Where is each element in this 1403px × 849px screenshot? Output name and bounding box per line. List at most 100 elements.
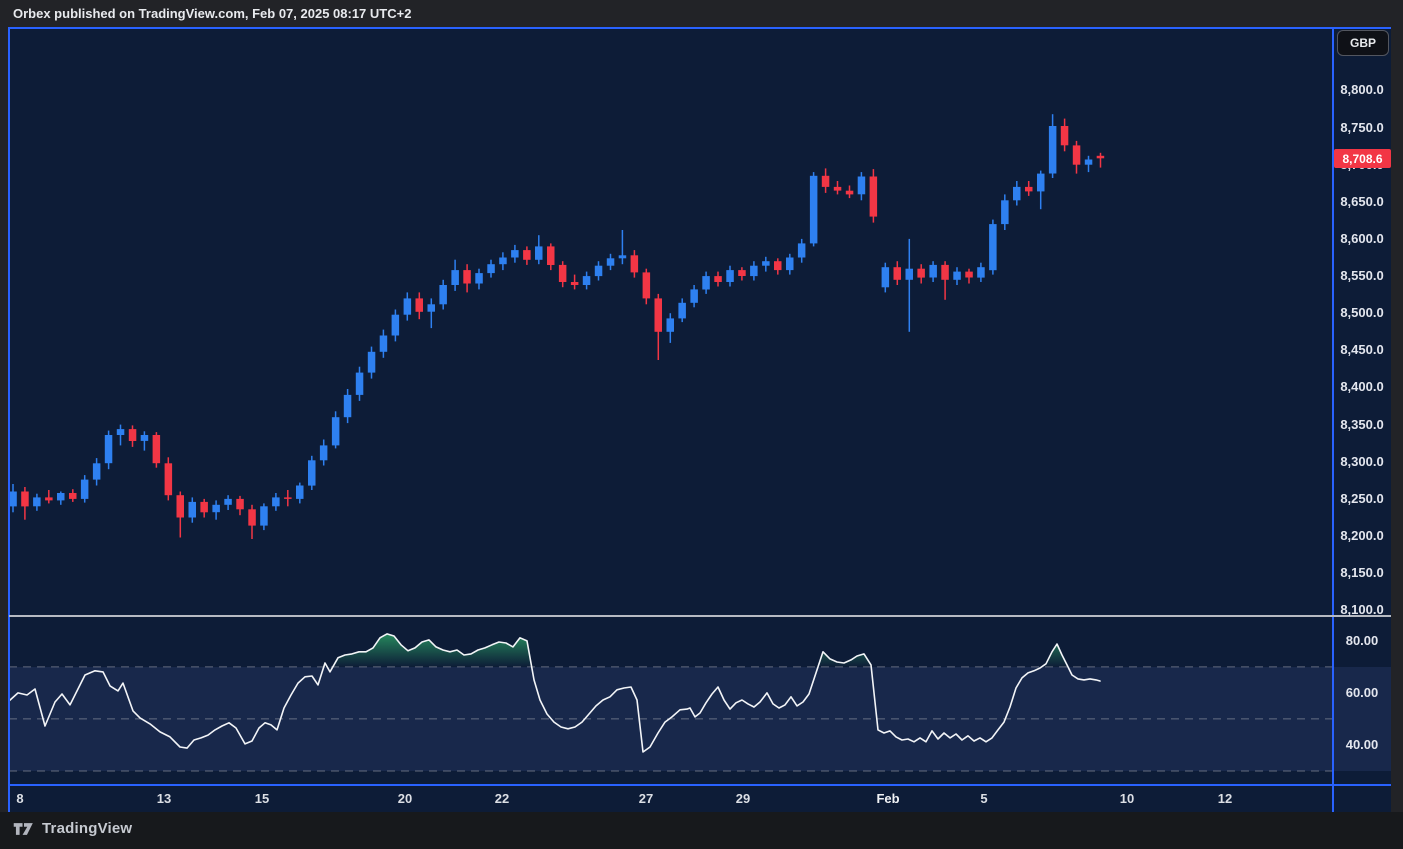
- time-tick-label: 10: [1119, 791, 1135, 806]
- candle-body: [857, 176, 866, 195]
- price-tick-label: 8,450.0: [1340, 342, 1384, 358]
- candle-body: [618, 255, 627, 259]
- candle-body: [558, 264, 567, 282]
- candle-body: [188, 501, 196, 518]
- candle-body: [523, 250, 531, 260]
- candle-body: [666, 318, 674, 332]
- candle-body: [57, 493, 65, 501]
- candle-body: [403, 298, 412, 315]
- brand-bar: TradingView: [0, 812, 1403, 849]
- time-tick-label: Feb: [876, 791, 900, 806]
- candle-body: [833, 186, 842, 191]
- candle-body: [1096, 155, 1105, 159]
- candle-body: [1084, 159, 1093, 165]
- time-tick-label: 22: [494, 791, 510, 806]
- candle-body: [678, 302, 686, 319]
- candle-body: [965, 271, 973, 278]
- candle-body: [809, 175, 818, 244]
- currency-badge[interactable]: GBP: [1337, 30, 1389, 56]
- candle-body: [750, 265, 758, 277]
- candle-body: [547, 246, 555, 265]
- candle-body: [821, 175, 830, 187]
- candle-body: [21, 491, 29, 507]
- candle-body: [893, 267, 901, 280]
- candle-body: [355, 372, 364, 395]
- price-tick-label: 8,750.0: [1340, 119, 1384, 135]
- price-tick-label: 8,300.0: [1340, 453, 1384, 469]
- candle-body: [200, 501, 208, 513]
- candle-body: [427, 304, 435, 312]
- candle-body: [104, 435, 113, 464]
- chart-frame-top-line: [9, 27, 1391, 29]
- candle-body: [953, 271, 961, 280]
- candle-body: [116, 429, 125, 435]
- candle-body: [642, 272, 651, 299]
- price-tick-label: 8,550.0: [1340, 268, 1384, 284]
- candle-body: [1037, 173, 1045, 192]
- candle-body: [582, 276, 591, 285]
- price-tick-label: 8,150.0: [1340, 565, 1384, 581]
- candle-body: [343, 394, 352, 418]
- candle-body: [869, 176, 878, 217]
- candle-body: [80, 479, 89, 499]
- candle-body: [690, 289, 698, 303]
- candle-body: [1072, 145, 1081, 165]
- candle-body: [69, 493, 77, 499]
- candle-body: [439, 285, 447, 305]
- candle-body: [570, 282, 579, 285]
- candle-body: [702, 276, 710, 290]
- candle-body: [248, 509, 256, 526]
- candle-body: [475, 273, 483, 284]
- candle-body: [738, 270, 746, 276]
- price-tick-label: 8,200.0: [1340, 528, 1384, 544]
- time-tick-label: 12: [1217, 791, 1233, 806]
- candle-body: [224, 498, 232, 505]
- candle-body: [774, 261, 782, 271]
- tradingview-logo[interactable]: TradingView: [13, 820, 132, 837]
- candle-body: [941, 264, 949, 280]
- candle-body: [1013, 186, 1021, 201]
- candle-body: [236, 498, 244, 510]
- candle-body: [917, 268, 925, 278]
- candle-body: [845, 190, 854, 195]
- price-tick-label: 8,500.0: [1340, 305, 1384, 321]
- candle-body: [726, 270, 734, 282]
- candle-body: [1048, 126, 1057, 174]
- rsi-tick-label: 60.00: [1345, 684, 1379, 700]
- candle-body: [797, 243, 806, 258]
- candle-body: [260, 506, 268, 526]
- candle-body: [367, 351, 376, 373]
- candle-body: [140, 435, 149, 441]
- candle-body: [630, 255, 639, 273]
- chart-canvas[interactable]: [8, 28, 1333, 785]
- time-tick-label: 29: [735, 791, 751, 806]
- time-tick-label: 27: [638, 791, 654, 806]
- candles-layer: [9, 114, 1105, 539]
- price-tick-label: 8,350.0: [1340, 416, 1384, 432]
- time-tick-label: 15: [254, 791, 270, 806]
- price-tick-label: 8,800.0: [1340, 82, 1384, 98]
- candle-body: [786, 257, 794, 271]
- candle-body: [391, 314, 400, 336]
- candle-body: [535, 246, 543, 260]
- price-tick-label: 8,650.0: [1340, 193, 1384, 209]
- candle-body: [164, 463, 173, 496]
- candle-body: [654, 298, 662, 332]
- time-axis[interactable]: 8 13 15 20 22 27 29 Feb 5 10 12: [9, 786, 1391, 812]
- last-price-label: 8,708.6: [1334, 149, 1391, 168]
- candle-body: [9, 491, 17, 507]
- time-tick-label: 20: [397, 791, 413, 806]
- price-tick-label: 8,250.0: [1340, 490, 1384, 506]
- candle-body: [463, 270, 471, 284]
- candle-body: [881, 267, 890, 288]
- candle-body: [594, 265, 603, 277]
- candle-body: [989, 224, 997, 271]
- price-tick-label: 8,600.0: [1340, 230, 1384, 246]
- candle-body: [319, 445, 328, 461]
- time-tick-label: 5: [980, 791, 988, 806]
- candle-body: [415, 298, 423, 312]
- tradingview-logo-text: TradingView: [42, 820, 133, 837]
- candle-body: [152, 435, 161, 464]
- time-tick-label: 8: [16, 791, 24, 806]
- candle-body: [33, 497, 41, 507]
